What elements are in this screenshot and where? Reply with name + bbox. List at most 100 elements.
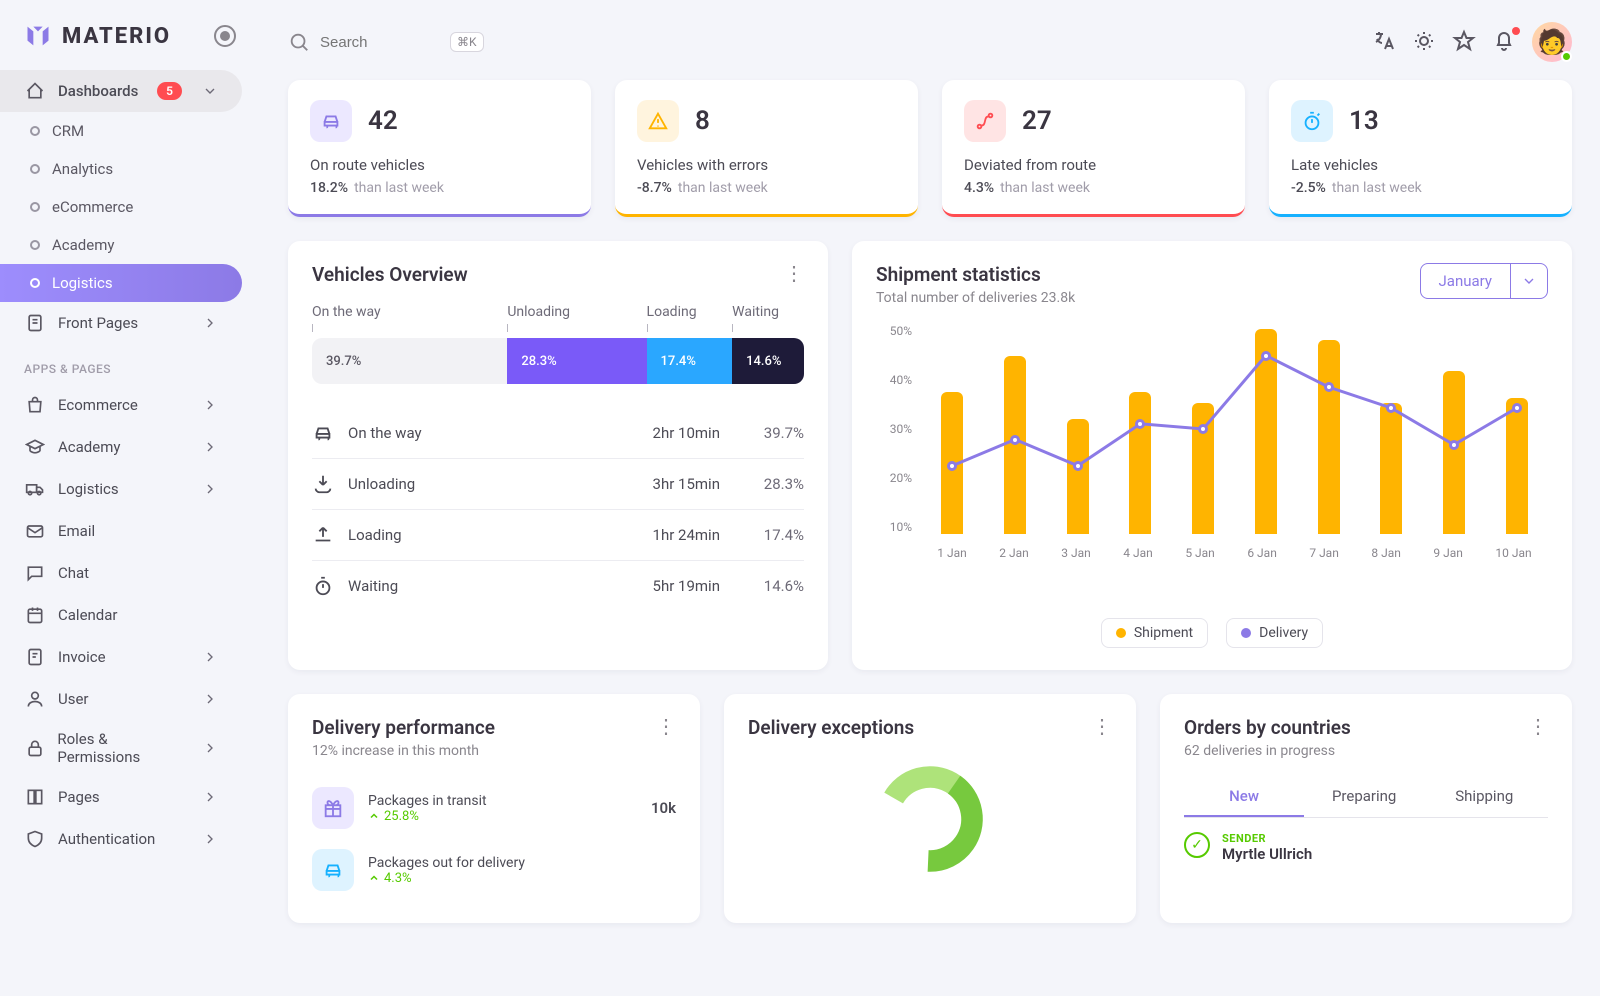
- invoice-icon: [24, 646, 46, 668]
- sidebar-dashboards[interactable]: Dashboards 5: [0, 70, 242, 112]
- star-icon[interactable]: [1452, 29, 1478, 55]
- sidebar-toggle-icon[interactable]: [214, 25, 236, 47]
- overview-row: On the way2hr 10min39.7%: [312, 408, 804, 459]
- route-icon: [964, 100, 1006, 142]
- home-icon: [24, 80, 46, 102]
- sidebar-sub-crm[interactable]: CRM: [0, 112, 242, 150]
- legend-shipment[interactable]: Shipment: [1101, 618, 1208, 648]
- notification-dot: [1512, 27, 1520, 35]
- overview-title: Vehicles Overview: [312, 263, 468, 286]
- sidebar-sub-analytics[interactable]: Analytics: [0, 150, 242, 188]
- dot-icon: [30, 164, 40, 174]
- tab-preparing[interactable]: Preparing: [1304, 777, 1424, 817]
- dot-icon: [30, 202, 40, 212]
- main-content: ⌘K 🧑 42 On route vehicles 18.2%than last…: [260, 0, 1600, 996]
- sidebar-app-chat[interactable]: Chat: [0, 552, 242, 594]
- stopwatch-icon: [1291, 100, 1333, 142]
- lock-icon: [24, 737, 45, 759]
- gift-icon: [312, 787, 354, 829]
- stat-card-late: 13 Late vehicles -2.5%than last week: [1269, 80, 1572, 217]
- truck-icon: [24, 478, 46, 500]
- donut-chart: [748, 759, 1112, 879]
- download-icon: [312, 473, 334, 495]
- chevron-down-icon: [1511, 265, 1547, 297]
- avatar[interactable]: 🧑: [1532, 22, 1572, 62]
- search-input[interactable]: [320, 34, 440, 51]
- more-menu-icon[interactable]: ⋮: [656, 716, 676, 736]
- arrow-up-icon: [368, 872, 380, 884]
- sidebar-app-roles[interactable]: Roles & Permissions: [0, 720, 242, 776]
- more-menu-icon[interactable]: ⋮: [784, 263, 804, 283]
- warning-icon: [637, 100, 679, 142]
- perf-row: Packages out for delivery4.3%: [312, 839, 676, 901]
- kbd-shortcut: ⌘K: [450, 32, 484, 52]
- chevron-right-icon: [202, 691, 218, 707]
- chevron-right-icon: [202, 831, 218, 847]
- translate-icon[interactable]: [1372, 29, 1398, 55]
- line-chart: [921, 324, 1548, 534]
- shield-icon: [24, 828, 46, 850]
- sidebar-front-pages[interactable]: Front Pages: [0, 302, 242, 344]
- dot-icon: [30, 126, 40, 136]
- shipment-stats-card: Shipment statistics Total number of deli…: [852, 241, 1572, 670]
- bag-icon: [24, 394, 46, 416]
- overview-bar: 39.7% 28.3% 17.4% 14.6%: [312, 338, 804, 384]
- sidebar-app-auth[interactable]: Authentication: [0, 818, 242, 860]
- sidebar-dashboards-label: Dashboards: [58, 82, 138, 100]
- tab-new[interactable]: New: [1184, 777, 1304, 817]
- stat-card-route: 42 On route vehicles 18.2%than last week: [288, 80, 591, 217]
- sidebar-app-ecommerce[interactable]: Ecommerce: [0, 384, 242, 426]
- stat-card-errors: 8 Vehicles with errors -8.7%than last we…: [615, 80, 918, 217]
- logo-icon: [24, 22, 52, 50]
- more-menu-icon[interactable]: ⋮: [1092, 716, 1112, 736]
- more-menu-icon[interactable]: ⋮: [1528, 716, 1548, 736]
- sidebar-app-invoice[interactable]: Invoice: [0, 636, 242, 678]
- delivery-performance-card: Delivery performance 12% increase in thi…: [288, 694, 700, 923]
- orders-countries-card: Orders by countries 62 deliveries in pro…: [1160, 694, 1572, 923]
- dot-icon: [30, 240, 40, 250]
- sidebar-sub-logistics[interactable]: Logistics: [0, 264, 242, 302]
- tab-shipping[interactable]: Shipping: [1424, 777, 1544, 817]
- sidebar-sub-ecommerce[interactable]: eCommerce: [0, 188, 242, 226]
- sidebar-app-academy[interactable]: Academy: [0, 426, 242, 468]
- chevron-right-icon: [202, 481, 218, 497]
- sidebar-app-pages[interactable]: Pages: [0, 776, 242, 818]
- clock-icon: [312, 575, 334, 597]
- calendar-icon: [24, 604, 46, 626]
- car-icon: [312, 849, 354, 891]
- sidebar-app-email[interactable]: Email: [0, 510, 242, 552]
- sidebar-app-user[interactable]: User: [0, 678, 242, 720]
- month-select[interactable]: January: [1420, 263, 1548, 299]
- chevron-right-icon: [202, 397, 218, 413]
- shipment-title: Shipment statistics: [876, 263, 1075, 286]
- sidebar-section-heading: APPS & PAGES: [0, 344, 260, 384]
- search-icon: [288, 31, 310, 53]
- chat-icon: [24, 562, 46, 584]
- topbar: ⌘K 🧑: [288, 12, 1572, 80]
- order-item: ✓ SENDER Myrtle Ullrich: [1184, 818, 1548, 863]
- chevron-down-icon: [202, 83, 218, 99]
- dashboards-badge: 5: [157, 82, 182, 100]
- search-wrap[interactable]: ⌘K: [288, 31, 484, 53]
- bell-icon[interactable]: [1492, 29, 1518, 55]
- layout-icon: [24, 786, 46, 808]
- mail-icon: [24, 520, 46, 542]
- legend-delivery[interactable]: Delivery: [1226, 618, 1323, 648]
- perf-title: Delivery performance: [312, 716, 495, 739]
- arrow-up-icon: [368, 810, 380, 822]
- sidebar-app-calendar[interactable]: Calendar: [0, 594, 242, 636]
- chevron-right-icon: [202, 740, 218, 756]
- check-circle-icon: ✓: [1184, 832, 1210, 858]
- sun-icon[interactable]: [1412, 29, 1438, 55]
- perf-row: Packages in transit25.8% 10k: [312, 777, 676, 839]
- chevron-right-icon: [202, 649, 218, 665]
- brand[interactable]: MATERIO: [0, 14, 260, 70]
- overview-row: Unloading3hr 15min28.3%: [312, 459, 804, 510]
- vehicles-overview-card: Vehicles Overview ⋮ On the way Unloading…: [288, 241, 828, 670]
- stat-card-deviated: 27 Deviated from route 4.3%than last wee…: [942, 80, 1245, 217]
- sidebar-sub-academy[interactable]: Academy: [0, 226, 242, 264]
- overview-row: Loading1hr 24min17.4%: [312, 510, 804, 561]
- delivery-exceptions-card: Delivery exceptions ⋮: [724, 694, 1136, 923]
- file-icon: [24, 312, 46, 334]
- sidebar-app-logistics[interactable]: Logistics: [0, 468, 242, 510]
